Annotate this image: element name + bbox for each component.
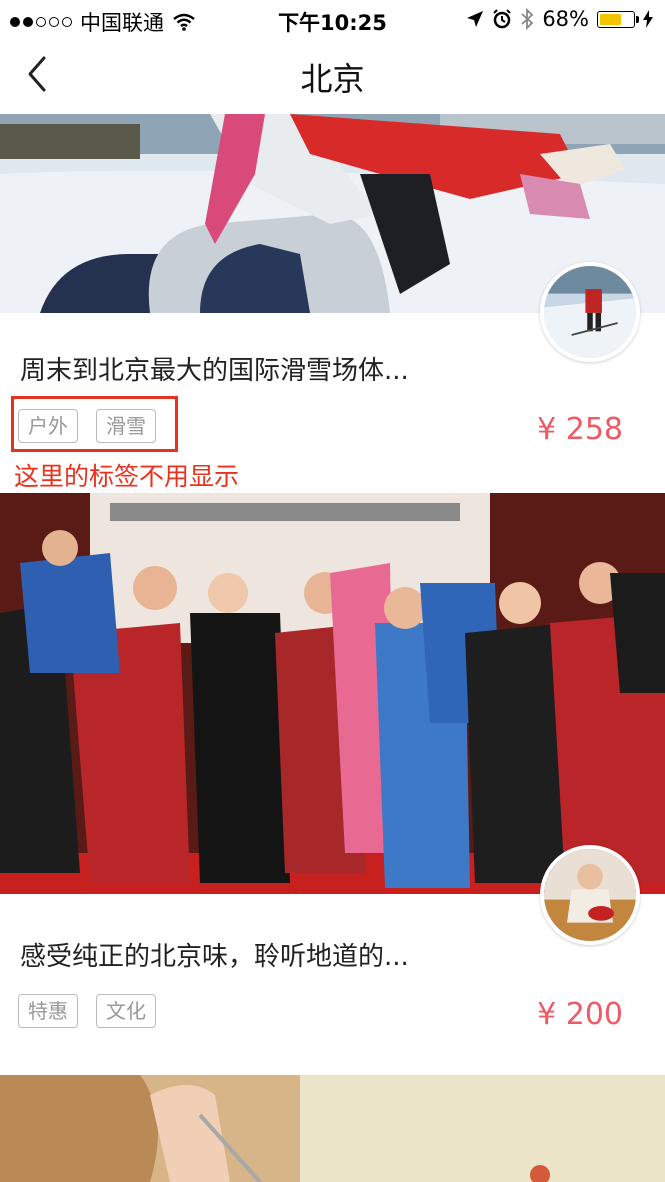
activity-card-crosstalk[interactable]: 感受纯正的北京味，聆听地道的... 特惠 文化 ¥ 200 (0, 493, 665, 1073)
host-avatar[interactable] (540, 845, 640, 945)
card-price: ¥ 200 (537, 997, 623, 1032)
tag-culture[interactable]: 文化 (96, 994, 156, 1028)
activity-card-partial[interactable] (0, 1075, 665, 1182)
battery-percentage: 68% (542, 7, 589, 31)
charging-bolt-icon (643, 10, 653, 28)
bluetooth-icon (521, 8, 534, 30)
location-arrow-icon (467, 11, 484, 27)
card-price: ¥ 258 (537, 412, 623, 447)
navigation-bar: 北京 (0, 40, 665, 114)
battery-icon (597, 10, 639, 28)
host-avatar[interactable] (540, 262, 640, 362)
card-title[interactable]: 感受纯正的北京味，聆听地道的... (20, 936, 409, 973)
annotation-note: 这里的标签不用显示 (14, 462, 240, 491)
food-photo[interactable] (0, 1075, 665, 1182)
annotation-highlight-box (11, 396, 178, 452)
card-title[interactable]: 周末到北京最大的国际滑雪场体... (20, 350, 409, 387)
status-bar: 中国联通 下午10:25 68% (0, 0, 665, 40)
crosstalk-photo[interactable] (0, 493, 665, 894)
page-title: 北京 (300, 60, 365, 98)
tag-discount[interactable]: 特惠 (18, 994, 78, 1028)
status-right: 68% (466, 7, 653, 31)
alarm-clock-icon (493, 9, 512, 29)
